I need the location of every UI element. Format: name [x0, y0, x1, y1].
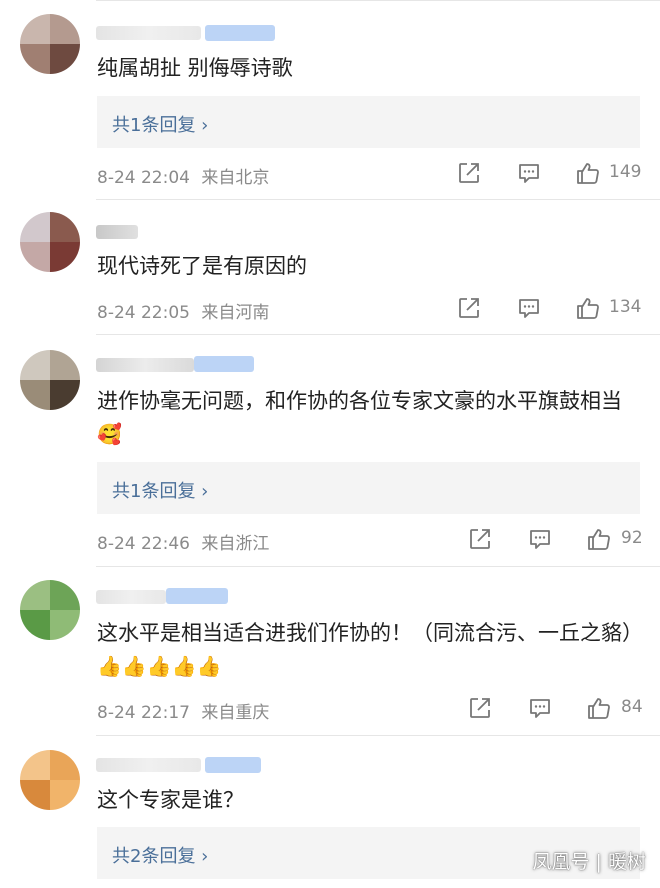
- like-count: 84: [621, 697, 643, 717]
- comment-actions: 92: [467, 526, 647, 552]
- comment-meta: 8-24 22:04 来自北京: [97, 163, 269, 188]
- reply-count-link[interactable]: 共2条回复 ›: [112, 842, 208, 868]
- like-count: 149: [609, 162, 642, 182]
- smiling-face-emoji: 🥰: [97, 422, 122, 446]
- comment-actions: 84: [467, 695, 647, 721]
- comment-actions: 149: [456, 160, 646, 186]
- comment-meta: 8-24 22:05 来自河南: [97, 298, 269, 323]
- user-badge: [205, 757, 261, 773]
- location: 来自重庆: [201, 703, 270, 723]
- username[interactable]: [96, 758, 201, 772]
- comment-icon[interactable]: [527, 526, 553, 552]
- top-divider: [96, 0, 660, 1]
- username[interactable]: [96, 358, 194, 372]
- comment-text-body: 进作协毫无问题，和作协的各位专家文豪的水平旗鼓相当: [97, 389, 622, 413]
- comment-text: 进作协毫无问题，和作协的各位专家文豪的水平旗鼓相当 🥰: [97, 385, 636, 451]
- location: 来自北京: [201, 168, 270, 188]
- timestamp: 8-24 22:17: [97, 703, 190, 723]
- avatar[interactable]: [20, 580, 80, 640]
- user-badge: [205, 25, 275, 41]
- thumbs-up-icon[interactable]: [575, 160, 601, 186]
- reply-summary[interactable]: 共1条回复 ›: [97, 462, 640, 514]
- comment-text: 纯属胡扯 别侮辱诗歌: [97, 56, 293, 80]
- avatar[interactable]: [20, 212, 80, 272]
- reply-count-link[interactable]: 共1条回复 ›: [112, 477, 208, 503]
- share-icon[interactable]: [456, 295, 482, 321]
- comment-text: 现代诗死了是有原因的: [97, 254, 307, 278]
- username[interactable]: [96, 590, 166, 604]
- share-icon[interactable]: [467, 526, 493, 552]
- comment-text: 这水平是相当适合进我们作协的！（同流合污、一丘之貉） 👍👍👍👍👍: [97, 617, 643, 683]
- comment-meta: 8-24 22:46 来自浙江: [97, 529, 269, 554]
- user-badge: [166, 588, 228, 604]
- comment-divider: [96, 735, 660, 736]
- comment-divider: [96, 334, 660, 335]
- comment-divider: [96, 199, 660, 200]
- username[interactable]: [96, 26, 201, 40]
- location: 来自浙江: [201, 534, 270, 554]
- avatar[interactable]: [20, 14, 80, 74]
- timestamp: 8-24 22:05: [97, 303, 190, 323]
- location: 来自河南: [201, 303, 270, 323]
- comment-text-body: 这水平是相当适合进我们作协的！（同流合污、一丘之貉）: [97, 621, 643, 645]
- avatar[interactable]: [20, 750, 80, 810]
- share-icon[interactable]: [467, 695, 493, 721]
- comment-divider: [96, 566, 660, 567]
- comment-text: 这个专家是谁？: [97, 788, 244, 812]
- reply-count-link[interactable]: 共1条回复 ›: [112, 111, 208, 137]
- like-count: 134: [609, 297, 642, 317]
- watermark: 凤凰号 | 暖树: [532, 851, 646, 873]
- thumbs-up-emoji: 👍👍👍👍👍: [97, 654, 222, 678]
- share-icon[interactable]: [456, 160, 482, 186]
- reply-summary[interactable]: 共1条回复 ›: [97, 96, 640, 148]
- user-badge: [194, 356, 254, 372]
- comment-icon[interactable]: [527, 695, 553, 721]
- username[interactable]: [96, 225, 138, 239]
- thumbs-up-icon[interactable]: [586, 526, 612, 552]
- timestamp: 8-24 22:04: [97, 168, 190, 188]
- comment-icon[interactable]: [516, 160, 542, 186]
- thumbs-up-icon[interactable]: [586, 695, 612, 721]
- comment-meta: 8-24 22:17 来自重庆: [97, 698, 269, 723]
- avatar[interactable]: [20, 350, 80, 410]
- like-count: 92: [621, 528, 643, 548]
- comment-actions: 134: [456, 295, 646, 321]
- comment-icon[interactable]: [516, 295, 542, 321]
- thumbs-up-icon[interactable]: [575, 295, 601, 321]
- timestamp: 8-24 22:46: [97, 534, 190, 554]
